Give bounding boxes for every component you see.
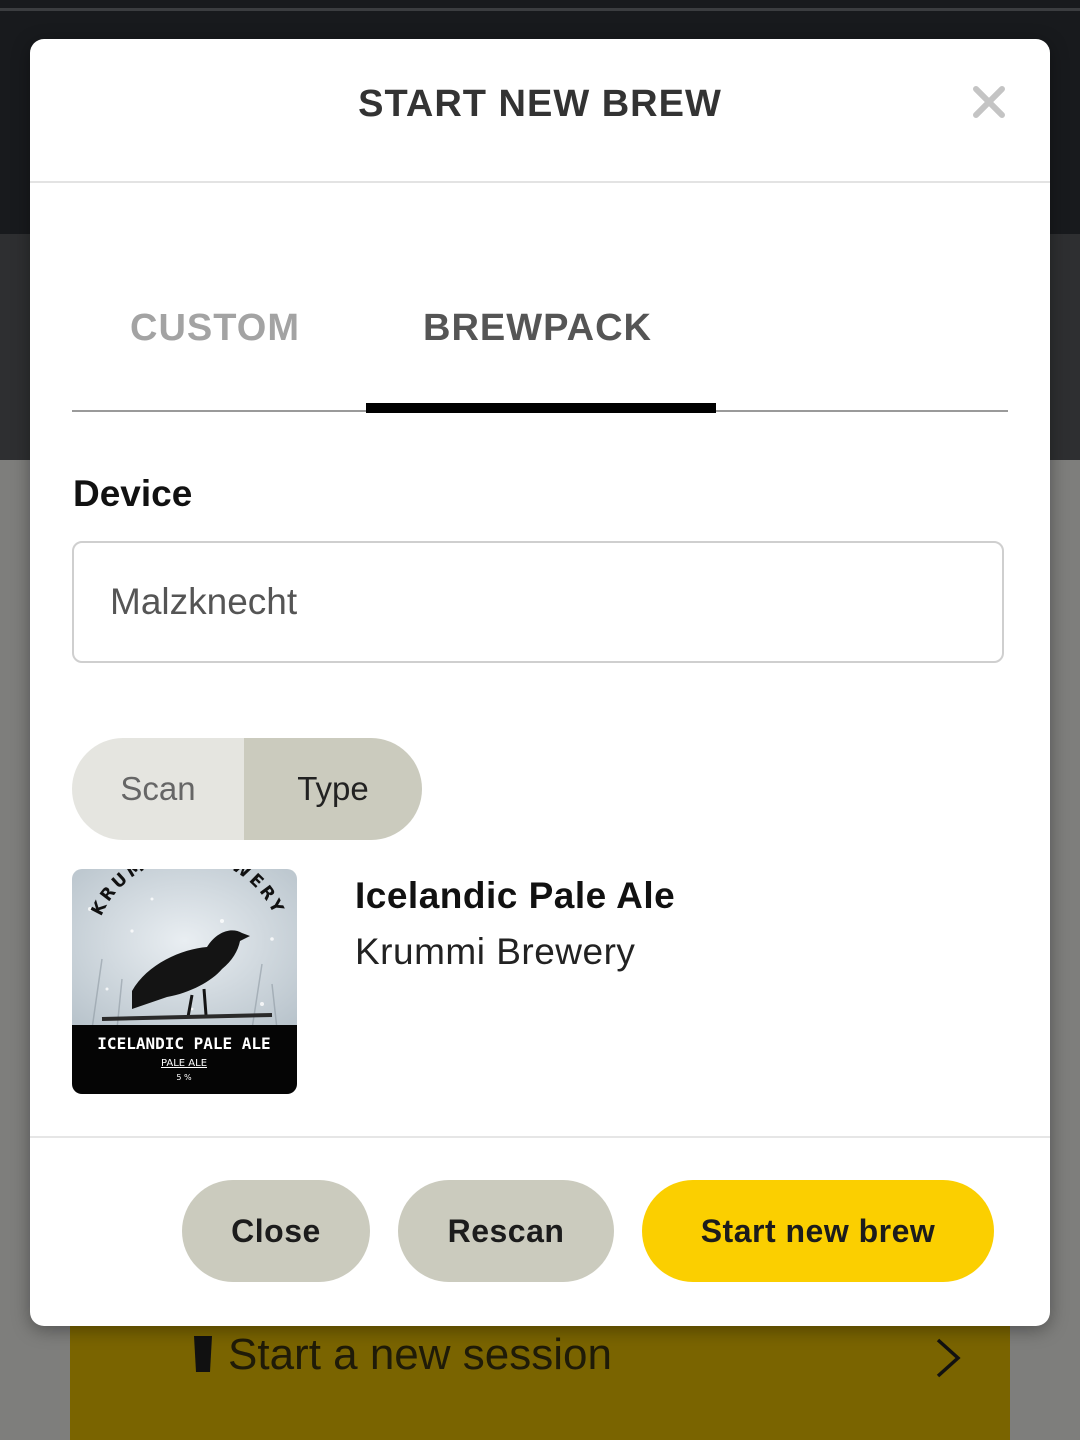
input-mode-toggle: Scan Type bbox=[72, 738, 422, 840]
device-select[interactable]: Malzknecht bbox=[72, 541, 1004, 663]
scan-option[interactable]: Scan bbox=[72, 738, 244, 840]
label-abv-text: 5 % bbox=[176, 1073, 192, 1082]
brewpack-name: Icelandic Pale Ale bbox=[355, 875, 676, 916]
start-session-label: Start a new session bbox=[228, 1330, 612, 1379]
start-new-brew-button[interactable]: Start new brew bbox=[642, 1180, 994, 1282]
type-option[interactable]: Type bbox=[244, 738, 422, 840]
tab-brewpack[interactable]: BREWPACK bbox=[423, 307, 652, 350]
brewpack-brewery: Krummi Brewery bbox=[355, 931, 636, 972]
brewpack-label-image: KRUMMI BREWERY ICELANDIC PALE ALE PALE A… bbox=[72, 869, 297, 1094]
dialog-footer-divider bbox=[30, 1136, 1050, 1138]
tab-custom[interactable]: CUSTOM bbox=[130, 307, 300, 350]
chevron-right-icon bbox=[936, 1338, 961, 1378]
background-top-divider bbox=[0, 8, 1080, 11]
close-icon[interactable] bbox=[970, 83, 1008, 121]
beer-glass-icon bbox=[194, 1336, 212, 1372]
label-style-text: PALE ALE bbox=[161, 1058, 207, 1069]
close-button[interactable]: Close bbox=[182, 1180, 370, 1282]
brew-type-tabs: CUSTOM BREWPACK bbox=[72, 279, 1008, 415]
active-tab-indicator bbox=[366, 403, 716, 413]
dialog-header: START NEW BREW bbox=[30, 39, 1050, 183]
device-value: Malzknecht bbox=[110, 581, 298, 622]
device-label: Device bbox=[73, 473, 193, 514]
rescan-button[interactable]: Rescan bbox=[398, 1180, 614, 1282]
start-new-brew-dialog: START NEW BREW CUSTOM BREWPACK Device Ma… bbox=[30, 39, 1050, 1326]
dialog-title: START NEW BREW bbox=[358, 83, 722, 125]
label-title-text: ICELANDIC PALE ALE bbox=[97, 1034, 270, 1053]
